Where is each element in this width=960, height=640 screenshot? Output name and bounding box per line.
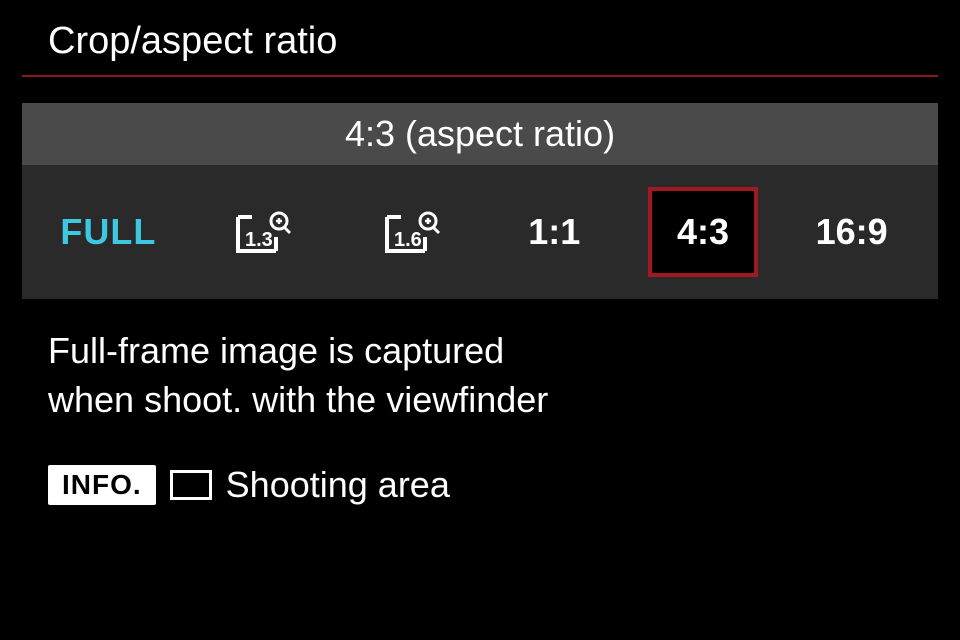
option-16-9[interactable]: 16:9 bbox=[797, 187, 907, 277]
shooting-area-icon bbox=[170, 470, 212, 500]
crop-zoom-1-3-icon: 1.3 bbox=[232, 211, 282, 253]
option-full[interactable]: FULL bbox=[53, 187, 163, 277]
option-crop-1-6[interactable]: 1.6 bbox=[351, 187, 461, 277]
description-line-1: Full-frame image is captured bbox=[48, 327, 912, 376]
info-button-badge[interactable]: INFO. bbox=[48, 465, 156, 505]
selected-value-label: 4:3 (aspect ratio) bbox=[22, 103, 938, 165]
page-title: Crop/aspect ratio bbox=[48, 20, 912, 63]
description-line-2: when shoot. with the viewfinder bbox=[48, 376, 912, 425]
option-1-1[interactable]: 1:1 bbox=[499, 187, 609, 277]
footer-label: Shooting area bbox=[226, 464, 450, 506]
option-crop-1-3[interactable]: 1.3 bbox=[202, 187, 312, 277]
crop-zoom-1-6-icon: 1.6 bbox=[381, 211, 431, 253]
option-4-3[interactable]: 4:3 bbox=[648, 187, 758, 277]
divider bbox=[22, 75, 938, 77]
header: Crop/aspect ratio bbox=[0, 20, 960, 75]
description-text: Full-frame image is captured when shoot.… bbox=[0, 299, 960, 444]
svg-text:1.3: 1.3 bbox=[245, 229, 273, 251]
footer-hint: INFO. Shooting area bbox=[0, 444, 960, 506]
svg-text:1.6: 1.6 bbox=[394, 229, 422, 251]
options-bar: FULL 1.3 1.6 bbox=[22, 165, 938, 299]
